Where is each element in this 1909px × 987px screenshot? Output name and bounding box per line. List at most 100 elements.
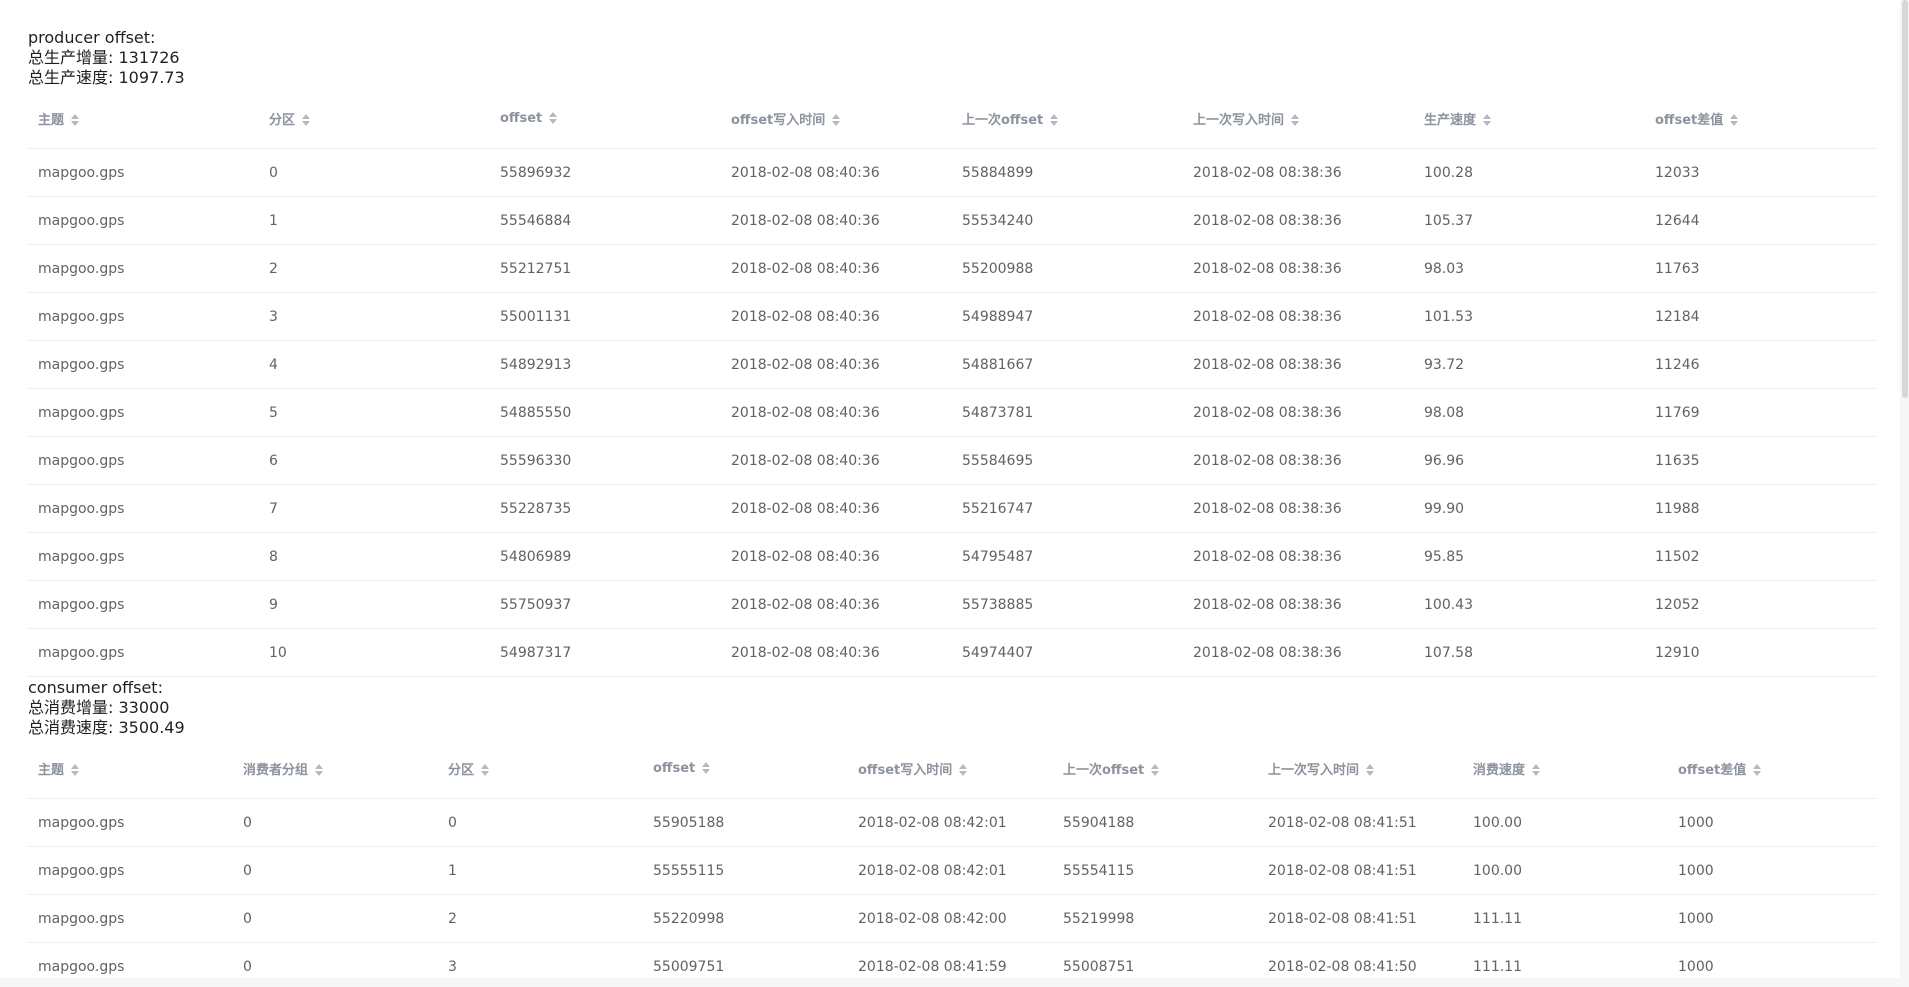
table-cell: mapgoo.gps: [28, 388, 259, 437]
sort-ascending-icon[interactable]: [549, 112, 558, 117]
table-row: mapgoo.gps 0 0 55905188 2018-02-08 08:42:01 5…: [28, 798, 1876, 847]
sort-caret-icon[interactable]: [958, 763, 968, 777]
sort-descending-icon[interactable]: [1483, 121, 1492, 126]
sort-caret-icon[interactable]: [1150, 763, 1160, 777]
table-cell: 55200988: [952, 244, 1183, 293]
producer-column-header[interactable]: offset差值: [1645, 88, 1876, 149]
sort-caret-icon[interactable]: [314, 763, 324, 777]
producer-section: producer offset: 总生产增量: 131726 总生产速度: 10…: [28, 28, 1876, 677]
sort-caret-icon[interactable]: [1049, 113, 1059, 127]
sort-ascending-icon[interactable]: [71, 764, 80, 769]
sort-descending-icon[interactable]: [702, 769, 711, 774]
sort-caret-icon[interactable]: [1752, 763, 1762, 777]
table-cell: 2018-02-08 08:38:36: [1183, 244, 1414, 293]
sort-caret-icon[interactable]: [548, 111, 558, 125]
producer-column-header[interactable]: 主题: [28, 88, 259, 149]
sort-caret-icon[interactable]: [1531, 763, 1541, 777]
sort-caret-icon[interactable]: [301, 113, 311, 127]
producer-column-header[interactable]: 上一次offset: [952, 88, 1183, 149]
horizontal-scrollbar[interactable]: [0, 978, 1900, 987]
table-cell: 2018-02-08 08:40:36: [721, 388, 952, 437]
producer-summary: producer offset: 总生产增量: 131726 总生产速度: 10…: [28, 28, 1876, 88]
table-row: mapgoo.gps 1 55546884 2018-02-08 08:40:36 55…: [28, 196, 1876, 245]
sort-descending-icon[interactable]: [315, 771, 324, 776]
table-cell: mapgoo.gps: [28, 244, 259, 293]
sort-descending-icon[interactable]: [1532, 771, 1541, 776]
consumer-column-header[interactable]: 分区: [438, 738, 643, 799]
sort-descending-icon[interactable]: [1050, 121, 1059, 126]
sort-caret-icon[interactable]: [480, 763, 490, 777]
sort-caret-icon[interactable]: [701, 761, 711, 775]
table-row: mapgoo.gps 0 2 55220998 2018-02-08 08:42:00 5…: [28, 894, 1876, 943]
table-cell: 55534240: [952, 196, 1183, 245]
sort-caret-icon[interactable]: [1482, 113, 1492, 127]
sort-descending-icon[interactable]: [549, 119, 558, 124]
sort-ascending-icon[interactable]: [481, 764, 490, 769]
sort-descending-icon[interactable]: [481, 771, 490, 776]
sort-descending-icon[interactable]: [1366, 771, 1375, 776]
table-cell: mapgoo.gps: [28, 196, 259, 245]
consumer-column-header-label: 主题: [38, 762, 65, 778]
sort-descending-icon[interactable]: [832, 121, 841, 126]
sort-ascending-icon[interactable]: [71, 114, 80, 119]
sort-caret-icon[interactable]: [1365, 763, 1375, 777]
table-cell: 2018-02-08 08:42:01: [848, 846, 1053, 895]
table-cell: 101.53: [1414, 292, 1645, 341]
producer-column-header-label: 上一次offset: [962, 112, 1044, 128]
table-cell: 2018-02-08 08:38:36: [1183, 628, 1414, 677]
table-cell: 55884899: [952, 148, 1183, 197]
sort-ascending-icon[interactable]: [1483, 114, 1492, 119]
sort-caret-icon[interactable]: [1290, 113, 1300, 127]
sort-ascending-icon[interactable]: [832, 114, 841, 119]
sort-descending-icon[interactable]: [959, 771, 968, 776]
consumer-column-header[interactable]: offset差值: [1668, 738, 1876, 799]
consumer-column-header[interactable]: offset: [643, 738, 848, 799]
table-cell: 2018-02-08 08:38:36: [1183, 340, 1414, 389]
sort-descending-icon[interactable]: [71, 121, 80, 126]
sort-ascending-icon[interactable]: [1366, 764, 1375, 769]
table-cell: 0: [233, 798, 438, 847]
producer-column-header[interactable]: offset写入时间: [721, 88, 952, 149]
vertical-scrollbar[interactable]: [1900, 0, 1909, 987]
sort-ascending-icon[interactable]: [702, 762, 711, 767]
sort-descending-icon[interactable]: [1291, 121, 1300, 126]
sort-ascending-icon[interactable]: [1730, 114, 1739, 119]
table-cell: 55896932: [490, 148, 721, 197]
consumer-column-header[interactable]: 消费速度: [1463, 738, 1668, 799]
sort-ascending-icon[interactable]: [1753, 764, 1762, 769]
vertical-scrollbar-thumb[interactable]: [1902, 0, 1908, 398]
sort-caret-icon[interactable]: [831, 113, 841, 127]
sort-ascending-icon[interactable]: [1151, 764, 1160, 769]
sort-caret-icon[interactable]: [1729, 113, 1739, 127]
sort-caret-icon[interactable]: [70, 113, 80, 127]
consumer-column-header[interactable]: offset写入时间: [848, 738, 1053, 799]
sort-ascending-icon[interactable]: [302, 114, 311, 119]
table-cell: 100.00: [1463, 798, 1668, 847]
sort-descending-icon[interactable]: [71, 771, 80, 776]
sort-descending-icon[interactable]: [1753, 771, 1762, 776]
consumer-column-header[interactable]: 主题: [28, 738, 233, 799]
producer-column-header[interactable]: 生产速度: [1414, 88, 1645, 149]
sort-ascending-icon[interactable]: [1291, 114, 1300, 119]
consumer-column-header[interactable]: 上一次写入时间: [1258, 738, 1463, 799]
table-cell: 54806989: [490, 532, 721, 581]
consumer-column-header[interactable]: 消费者分组: [233, 738, 438, 799]
sort-descending-icon[interactable]: [1151, 771, 1160, 776]
sort-ascending-icon[interactable]: [1050, 114, 1059, 119]
sort-ascending-icon[interactable]: [315, 764, 324, 769]
producer-column-header[interactable]: 上一次写入时间: [1183, 88, 1414, 149]
table-cell: 1: [259, 196, 490, 245]
sort-caret-icon[interactable]: [70, 763, 80, 777]
sort-descending-icon[interactable]: [302, 121, 311, 126]
table-cell: 0: [233, 894, 438, 943]
sort-descending-icon[interactable]: [1730, 121, 1739, 126]
table-row: mapgoo.gps 6 55596330 2018-02-08 08:40:36 55…: [28, 436, 1876, 485]
table-cell: 11246: [1645, 340, 1876, 389]
table-row: mapgoo.gps 8 54806989 2018-02-08 08:40:36 54…: [28, 532, 1876, 581]
producer-column-header[interactable]: offset: [490, 88, 721, 149]
sort-ascending-icon[interactable]: [1532, 764, 1541, 769]
table-cell: 2018-02-08 08:40:36: [721, 148, 952, 197]
producer-column-header[interactable]: 分区: [259, 88, 490, 149]
consumer-column-header[interactable]: 上一次offset: [1053, 738, 1258, 799]
sort-ascending-icon[interactable]: [959, 764, 968, 769]
